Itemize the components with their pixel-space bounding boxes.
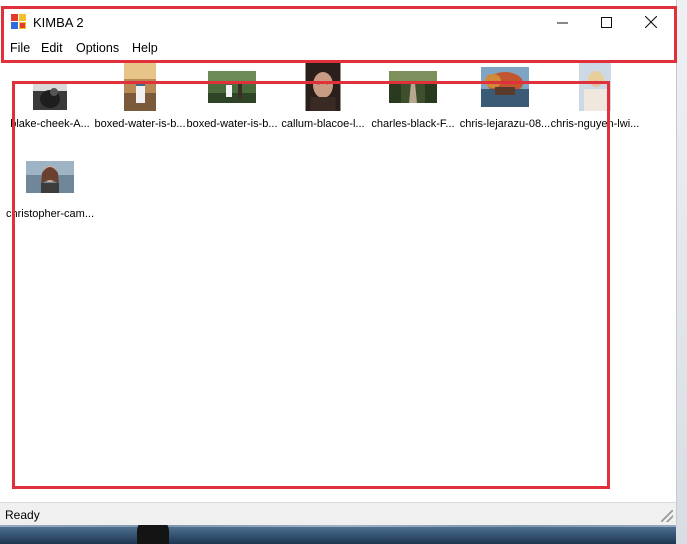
thumbnail-caption: boxed-water-is-b... (186, 118, 278, 130)
close-icon (645, 16, 657, 28)
app-icon (11, 14, 27, 30)
desktop-edge (676, 0, 687, 544)
title-bar[interactable]: KIMBA 2 (0, 0, 676, 38)
thumbnail-item[interactable]: chris-lejarazu-08... (460, 63, 550, 133)
window-title: KIMBA 2 (33, 15, 84, 30)
menu-options[interactable]: Options (76, 41, 119, 55)
thumbnail-image (481, 67, 529, 107)
thumbnail-image (124, 63, 156, 111)
thumbnail-caption: charles-black-F... (371, 118, 455, 130)
thumbnail-item[interactable]: chris-nguyen-lwi... (550, 63, 640, 133)
thumbnail-caption: christopher-cam... (5, 208, 95, 220)
thumbnail-item[interactable]: boxed-water-is-b... (94, 63, 186, 133)
resize-grip-icon[interactable] (661, 510, 673, 522)
thumbnail-image (33, 83, 67, 110)
menu-edit[interactable]: Edit (41, 41, 63, 55)
maximize-icon (600, 16, 612, 28)
thumbnail-image (305, 63, 341, 111)
thumbnail-caption: boxed-water-is-b... (94, 118, 186, 130)
maximize-button[interactable] (586, 8, 626, 36)
thumbnail-image (26, 161, 74, 193)
thumbnail-grid[interactable]: blake-cheek-A... boxed-water-is-b... box… (5, 61, 674, 498)
thumbnail-item[interactable]: charles-black-F... (368, 63, 458, 133)
menu-help[interactable]: Help (132, 41, 158, 55)
menu-bar: File Edit Options Help (0, 38, 676, 58)
thumbnail-image (579, 63, 611, 111)
thumbnail-caption: chris-nguyen-lwi... (550, 118, 640, 130)
minimize-icon (556, 22, 568, 23)
thumbnail-image (389, 71, 437, 103)
thumbnail-item[interactable]: callum-blacoe-l... (278, 63, 368, 133)
status-text: Ready (5, 508, 40, 522)
thumbnail-caption: chris-lejarazu-08... (459, 118, 551, 130)
thumbnail-caption: callum-blacoe-l... (281, 118, 365, 130)
app-window: KIMBA 2 File Edit Options Help blake-che… (0, 0, 677, 525)
thumbnail-caption: blake-cheek-A... (10, 118, 90, 130)
thumbnail-image (208, 71, 256, 103)
thumbnail-item[interactable]: blake-cheek-A... (5, 63, 95, 133)
thumbnail-item[interactable]: christopher-cam... (5, 153, 95, 223)
close-button[interactable] (631, 8, 671, 36)
thumbnail-item[interactable]: boxed-water-is-b... (186, 63, 278, 133)
status-bar: Ready (0, 502, 676, 525)
minimize-button[interactable] (542, 8, 582, 36)
menu-file[interactable]: File (10, 41, 30, 55)
